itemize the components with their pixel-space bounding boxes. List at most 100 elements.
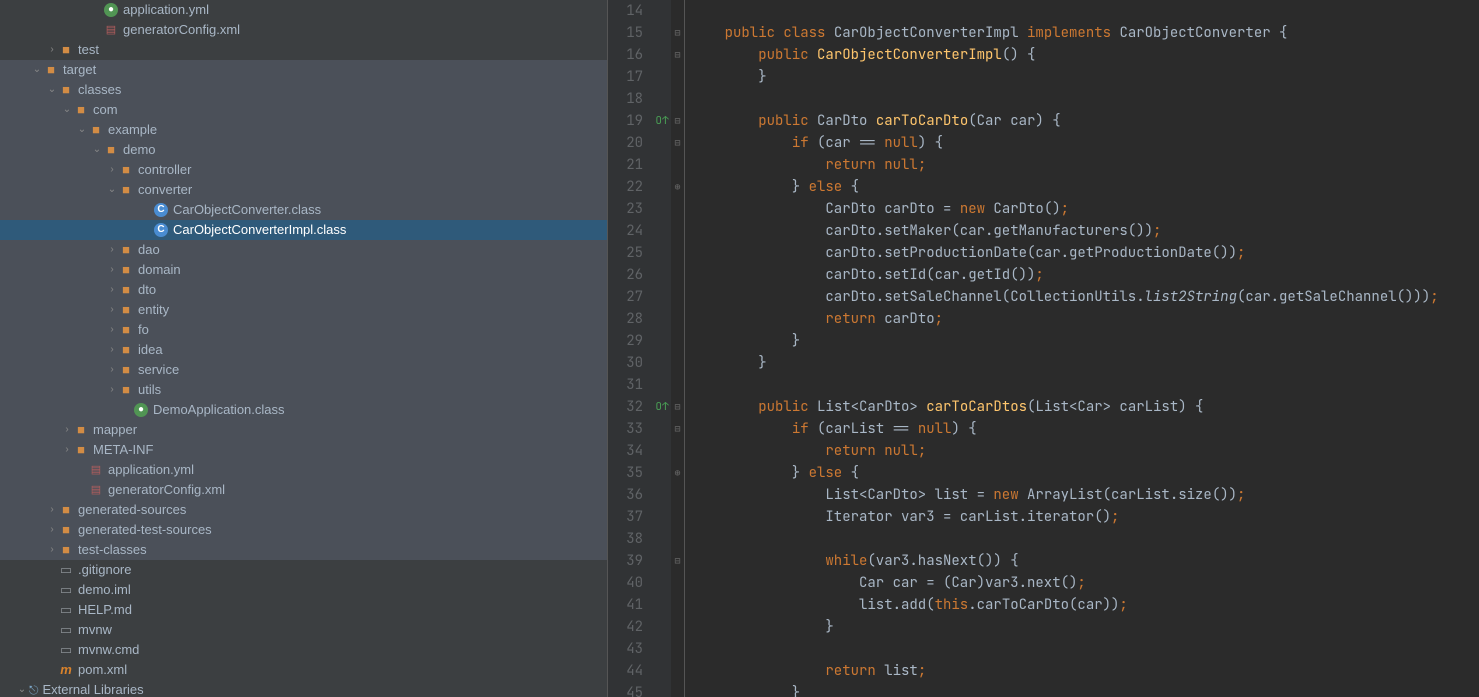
code-line[interactable]: carDto.setMaker(car.getManufacturers()); — [691, 220, 1439, 242]
code-line[interactable]: List<CarDto> list = new ArrayList(carLis… — [691, 484, 1439, 506]
chevron-icon[interactable]: › — [105, 300, 119, 320]
fold-handle[interactable] — [671, 66, 684, 88]
tree-row-mapper[interactable]: ›■mapper — [0, 420, 607, 440]
code-line[interactable] — [691, 638, 1439, 660]
code-line[interactable]: } — [691, 352, 1439, 374]
code-line[interactable] — [691, 374, 1439, 396]
chevron-icon[interactable]: › — [105, 280, 119, 300]
code-line[interactable]: carDto.setId(car.getId()); — [691, 264, 1439, 286]
chevron-icon[interactable]: › — [45, 40, 59, 60]
tree-row-test-classes[interactable]: ›■test-classes — [0, 540, 607, 560]
code-line[interactable]: } else { — [691, 176, 1439, 198]
chevron-icon[interactable]: ⌄ — [30, 60, 44, 80]
code-line[interactable]: Iterator var3 = carList.iterator(); — [691, 506, 1439, 528]
tree-row-external-libraries[interactable]: ⌄⎋External Libraries — [0, 680, 607, 697]
chevron-icon[interactable]: › — [105, 260, 119, 280]
fold-handle[interactable] — [671, 330, 684, 352]
chevron-icon[interactable]: ⌄ — [15, 680, 29, 697]
tree-row-target[interactable]: ⌄■target — [0, 60, 607, 80]
fold-handle[interactable] — [671, 682, 684, 697]
code-line[interactable]: } else { — [691, 462, 1439, 484]
tree-row-controller[interactable]: ›■controller — [0, 160, 607, 180]
tree-row-classes[interactable]: ⌄■classes — [0, 80, 607, 100]
tree-row-meta-inf[interactable]: ›■META-INF — [0, 440, 607, 460]
tree-row-fo[interactable]: ›■fo — [0, 320, 607, 340]
fold-handle[interactable]: ⊟ — [671, 396, 684, 418]
code-line[interactable]: public class CarObjectConverterImpl impl… — [691, 22, 1439, 44]
tree-row-converter[interactable]: ⌄■converter — [0, 180, 607, 200]
chevron-icon[interactable]: › — [105, 320, 119, 340]
tree-row-idea[interactable]: ›■idea — [0, 340, 607, 360]
chevron-icon[interactable]: ⌄ — [45, 80, 59, 100]
code-line[interactable]: } — [691, 66, 1439, 88]
fold-handle[interactable] — [671, 616, 684, 638]
code-line[interactable]: } — [691, 616, 1439, 638]
fold-handle[interactable]: ⊟ — [671, 550, 684, 572]
tree-row-carobjectconverterimpl-class[interactable]: CCarObjectConverterImpl.class — [0, 220, 607, 240]
chevron-icon[interactable]: › — [45, 540, 59, 560]
chevron-icon[interactable]: › — [60, 420, 74, 440]
project-tree[interactable]: ●application.yml ▤generatorConfig.xml ›■te… — [0, 0, 608, 697]
tree-row-generated-sources[interactable]: ›■generated-sources — [0, 500, 607, 520]
tree-row-domain[interactable]: ›■domain — [0, 260, 607, 280]
code-line[interactable]: carDto.setProductionDate(car.getProducti… — [691, 242, 1439, 264]
chevron-icon[interactable]: ⌄ — [75, 120, 89, 140]
tree-row-pom-xml[interactable]: mpom.xml — [0, 660, 607, 680]
fold-gutter[interactable]: ⊟⊟⊟⊟⊕⊟⊟⊕⊟ — [671, 0, 685, 697]
tree-row-application-yml[interactable]: ●application.yml — [0, 0, 607, 20]
code-line[interactable] — [691, 0, 1439, 22]
tree-row-utils[interactable]: ›■utils — [0, 380, 607, 400]
tree-row-service[interactable]: ›■service — [0, 360, 607, 380]
code-line[interactable]: Car car = (Car)var3.next(); — [691, 572, 1439, 594]
tree-row-dto[interactable]: ›■dto — [0, 280, 607, 300]
tree-row-demo[interactable]: ⌄■demo — [0, 140, 607, 160]
chevron-icon[interactable]: › — [45, 520, 59, 540]
fold-handle[interactable]: ⊟ — [671, 418, 684, 440]
tree-row-entity[interactable]: ›■entity — [0, 300, 607, 320]
chevron-icon[interactable]: › — [105, 380, 119, 400]
tree-row-example[interactable]: ⌄■example — [0, 120, 607, 140]
code-line[interactable]: public CarObjectConverterImpl() { — [691, 44, 1439, 66]
tree-row-help-md[interactable]: ▭HELP.md — [0, 600, 607, 620]
code-line[interactable]: } — [691, 682, 1439, 697]
fold-handle[interactable]: ⊟ — [671, 44, 684, 66]
override-marker[interactable]: O↑ — [653, 396, 671, 418]
tree-row-test[interactable]: ›■test — [0, 40, 607, 60]
tree-row-mvnw[interactable]: ▭mvnw — [0, 620, 607, 640]
fold-handle[interactable]: ⊟ — [671, 132, 684, 154]
chevron-icon[interactable]: › — [105, 240, 119, 260]
tree-row-application-yml[interactable]: ▤application.yml — [0, 460, 607, 480]
chevron-icon[interactable]: › — [105, 340, 119, 360]
chevron-icon[interactable]: › — [105, 160, 119, 180]
code-line[interactable]: carDto.setSaleChannel(CollectionUtils.li… — [691, 286, 1439, 308]
chevron-icon[interactable]: ⌄ — [60, 100, 74, 120]
code-area[interactable]: public class CarObjectConverterImpl impl… — [685, 0, 1439, 697]
tree-row-com[interactable]: ⌄■com — [0, 100, 607, 120]
tree-row-generated-test-sources[interactable]: ›■generated-test-sources — [0, 520, 607, 540]
tree-row-generatorconfig-xml[interactable]: ▤generatorConfig.xml — [0, 480, 607, 500]
chevron-icon[interactable]: › — [105, 360, 119, 380]
tree-row-dao[interactable]: ›■dao — [0, 240, 607, 260]
code-line[interactable]: return list; — [691, 660, 1439, 682]
code-line[interactable]: while(var3.hasNext()) { — [691, 550, 1439, 572]
tree-row-mvnw-cmd[interactable]: ▭mvnw.cmd — [0, 640, 607, 660]
code-line[interactable]: if (car == null) { — [691, 132, 1439, 154]
code-line[interactable]: public List<CarDto> carToCarDtos(List<Ca… — [691, 396, 1439, 418]
fold-handle[interactable]: ⊕ — [671, 462, 684, 484]
code-line[interactable]: return null; — [691, 440, 1439, 462]
tree-row-demo-iml[interactable]: ▭demo.iml — [0, 580, 607, 600]
tree-row-carobjectconverter-class[interactable]: CCarObjectConverter.class — [0, 200, 607, 220]
chevron-icon[interactable]: › — [60, 440, 74, 460]
tree-row-demoapplication-class[interactable]: ●DemoApplication.class — [0, 400, 607, 420]
code-line[interactable]: if (carList == null) { — [691, 418, 1439, 440]
tree-row--gitignore[interactable]: ▭.gitignore — [0, 560, 607, 580]
fold-handle[interactable]: ⊟ — [671, 110, 684, 132]
code-line[interactable] — [691, 88, 1439, 110]
code-line[interactable]: return carDto; — [691, 308, 1439, 330]
code-line[interactable]: return null; — [691, 154, 1439, 176]
chevron-icon[interactable]: ⌄ — [105, 180, 119, 200]
code-line[interactable]: CarDto carDto = new CarDto(); — [691, 198, 1439, 220]
code-line[interactable] — [691, 528, 1439, 550]
code-line[interactable]: list.add(this.carToCarDto(car)); — [691, 594, 1439, 616]
chevron-icon[interactable]: ⌄ — [90, 140, 104, 160]
